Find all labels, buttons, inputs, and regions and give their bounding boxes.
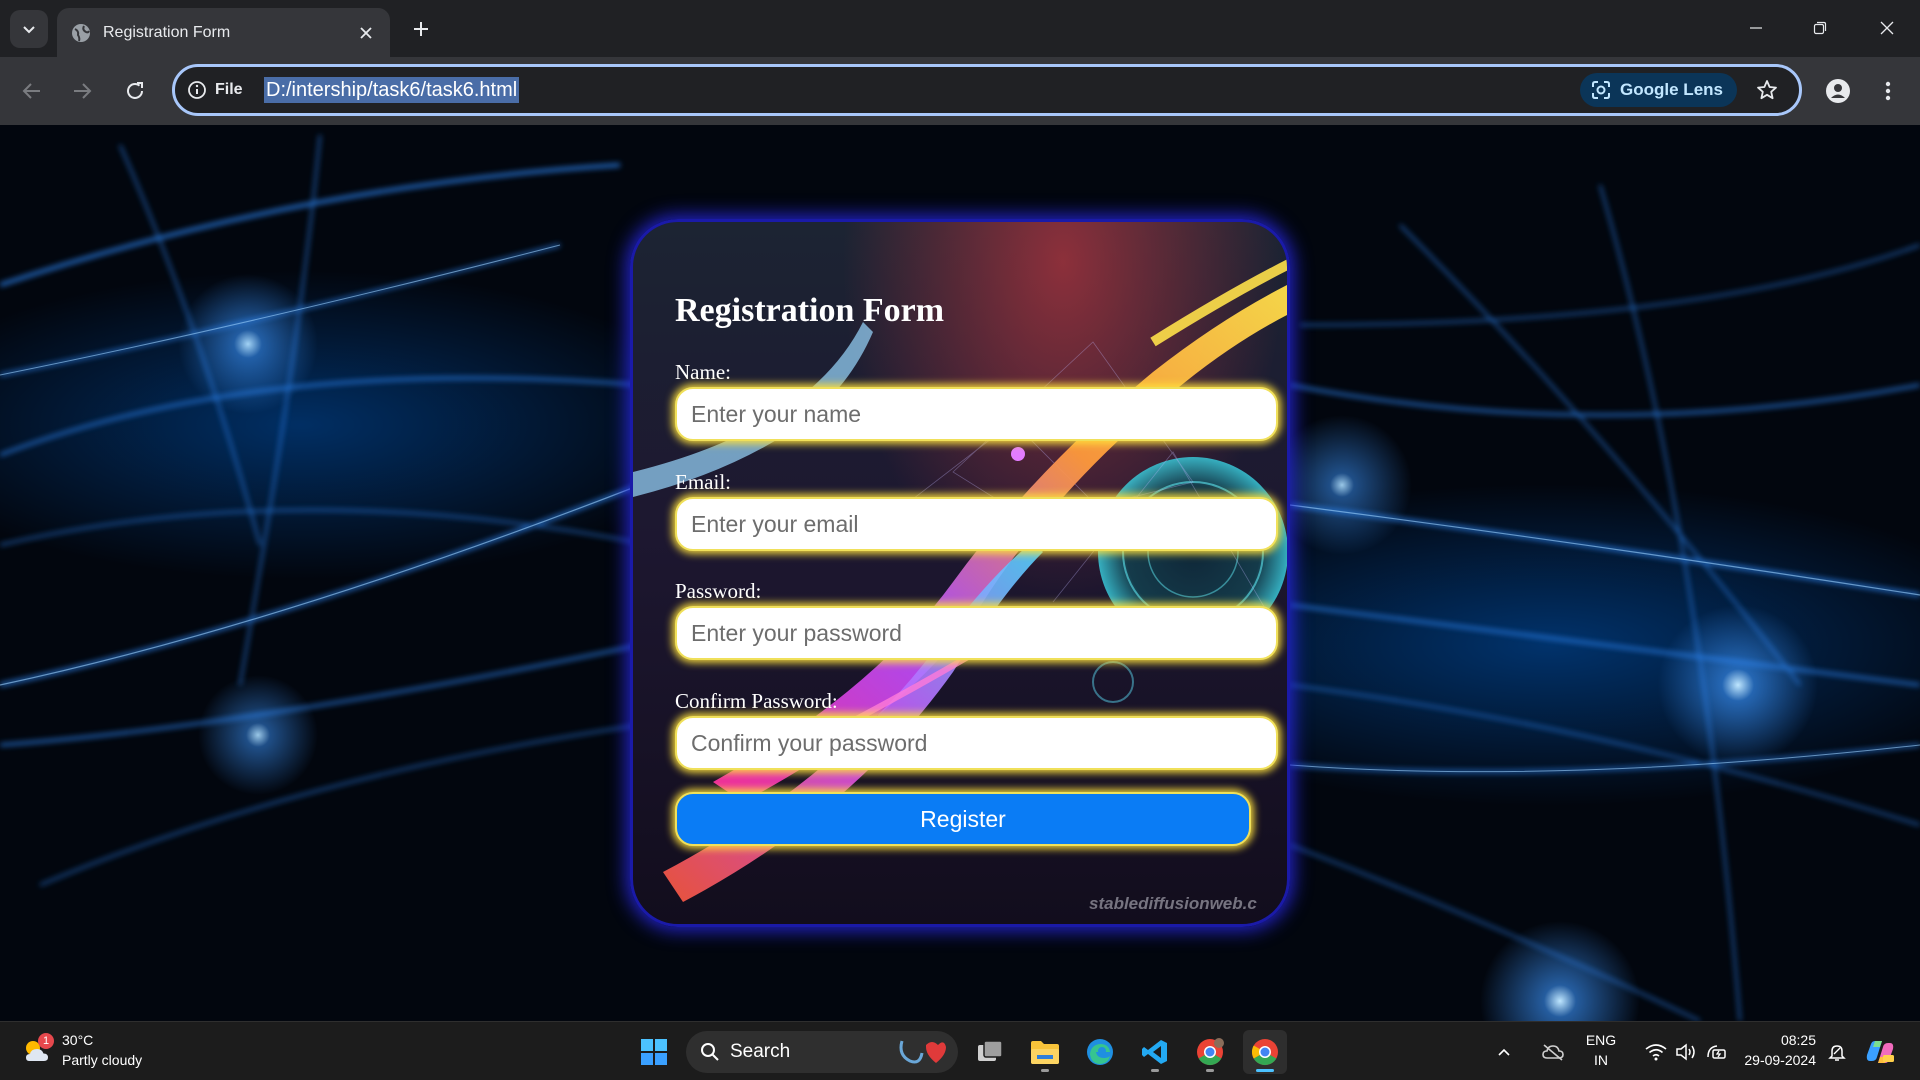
vscode-icon (1142, 1040, 1167, 1064)
task-view-button[interactable] (968, 1030, 1012, 1074)
browser-toolbar: File D:/intership/task6/task6.html Googl… (0, 57, 1920, 125)
taskbar: 1 30°C Partly cloudy Search ENG IN 08:25… (0, 1021, 1920, 1080)
battery-charging-icon (1707, 1045, 1726, 1059)
site-info-button[interactable]: File (187, 75, 243, 105)
browser-tab[interactable]: Registration Form (57, 8, 390, 57)
running-indicator (1151, 1069, 1159, 1072)
reload-icon (127, 82, 143, 99)
name-label: Name: (675, 360, 731, 384)
info-icon (188, 81, 206, 99)
tab-close-button[interactable] (354, 21, 378, 45)
file-explorer-button[interactable] (1023, 1030, 1067, 1074)
confirm-password-label: Confirm Password: (675, 689, 838, 713)
minimize-button[interactable] (1734, 8, 1778, 48)
close-window-button[interactable] (1865, 8, 1909, 48)
chevron-up-icon (1498, 1048, 1510, 1056)
close-icon (360, 26, 372, 39)
registration-card: Registration Form Name: Email: Password:… (630, 219, 1290, 927)
forward-button[interactable] (64, 73, 100, 109)
chrome-profile-button[interactable] (1188, 1030, 1232, 1074)
partly-cloudy-icon: 1 (20, 1033, 54, 1067)
person-icon (1826, 79, 1850, 103)
edge-button[interactable] (1078, 1030, 1122, 1074)
close-icon (1880, 21, 1894, 35)
show-hidden-icons-button[interactable] (1490, 1030, 1518, 1074)
chevron-down-icon (23, 26, 35, 34)
windows-logo-icon (641, 1039, 667, 1065)
language-region: IN (1594, 1052, 1608, 1068)
quick-settings-button[interactable] (1636, 1030, 1736, 1074)
lens-icon (1592, 81, 1611, 99)
arrow-left-icon (22, 83, 40, 99)
reload-button[interactable] (117, 73, 153, 109)
url-text[interactable]: D:/intership/task6/task6.html (264, 77, 520, 103)
running-indicator (1041, 1069, 1049, 1072)
clock-time: 08:25 (1780, 1032, 1816, 1048)
language-code: ENG (1585, 1032, 1617, 1048)
address-bar[interactable]: File D:/intership/task6/task6.html Googl… (172, 64, 1802, 116)
profile-button[interactable] (1820, 73, 1856, 109)
cloud-offline-icon (1542, 1044, 1564, 1061)
copilot-icon (1866, 1041, 1894, 1063)
email-input[interactable] (675, 497, 1278, 551)
wifi-icon (1645, 1044, 1667, 1061)
notifications-button[interactable] (1822, 1030, 1852, 1074)
restore-button[interactable] (1798, 8, 1842, 48)
tab-strip: Registration Form (0, 0, 1920, 57)
register-button[interactable]: Register (675, 792, 1251, 846)
vscode-button[interactable] (1133, 1030, 1177, 1074)
weather-condition: Partly cloudy (62, 1052, 143, 1068)
task-view-icon (978, 1040, 1003, 1061)
plus-icon (414, 22, 428, 36)
back-button[interactable] (14, 73, 50, 109)
weather-badge: 1 (38, 1033, 54, 1049)
restore-icon (1813, 21, 1827, 35)
clock[interactable]: 08:25 29-09-2024 (1732, 1030, 1816, 1070)
password-label: Password: (675, 579, 762, 603)
active-indicator (1256, 1069, 1274, 1072)
confirm-password-input[interactable] (675, 716, 1278, 770)
copilot-button[interactable] (1858, 1030, 1902, 1074)
chrome-active-button[interactable] (1243, 1030, 1287, 1074)
bookmark-button[interactable] (1753, 76, 1781, 104)
chrome-icon (1251, 1039, 1278, 1066)
more-vertical-icon (1885, 81, 1891, 101)
search-highlight-icon (899, 1040, 946, 1064)
name-input[interactable] (675, 387, 1278, 441)
password-input[interactable] (675, 606, 1278, 660)
minimize-icon (1750, 27, 1762, 29)
weather-widget[interactable]: 1 30°C Partly cloudy (20, 1030, 142, 1070)
clock-date: 29-09-2024 (1744, 1052, 1816, 1068)
browser-menu-button[interactable] (1870, 73, 1906, 109)
start-button[interactable] (632, 1030, 676, 1074)
new-tab-button[interactable] (406, 14, 436, 44)
page-viewport: Registration Form Name: Email: Password:… (0, 125, 1920, 1021)
language-indicator[interactable]: ENG IN (1574, 1030, 1628, 1070)
globe-icon (72, 23, 90, 42)
tab-title: Registration Form (103, 23, 231, 41)
tab-search-button[interactable] (10, 10, 48, 48)
volume-icon (1676, 1043, 1695, 1061)
onedrive-button[interactable] (1536, 1030, 1570, 1074)
google-lens-label: Google Lens (1620, 80, 1723, 99)
form-title: Registration Form (675, 292, 945, 329)
site-scheme-label: File (215, 81, 243, 98)
search-icon (701, 1043, 719, 1061)
taskbar-search[interactable]: Search (686, 1031, 958, 1073)
notification-bell-icon (1828, 1045, 1846, 1061)
edge-icon (1087, 1039, 1113, 1065)
email-label: Email: (675, 470, 731, 494)
taskbar-search-label: Search (730, 1041, 791, 1062)
google-lens-button[interactable]: Google Lens (1580, 73, 1737, 107)
arrow-right-icon (74, 83, 92, 99)
chrome-icon (1197, 1038, 1224, 1066)
image-watermark: stablediffusionweb.c (1089, 894, 1257, 913)
star-icon (1757, 80, 1777, 100)
weather-temperature: 30°C (62, 1032, 94, 1048)
folder-icon (1031, 1041, 1059, 1064)
running-indicator (1206, 1069, 1214, 1072)
